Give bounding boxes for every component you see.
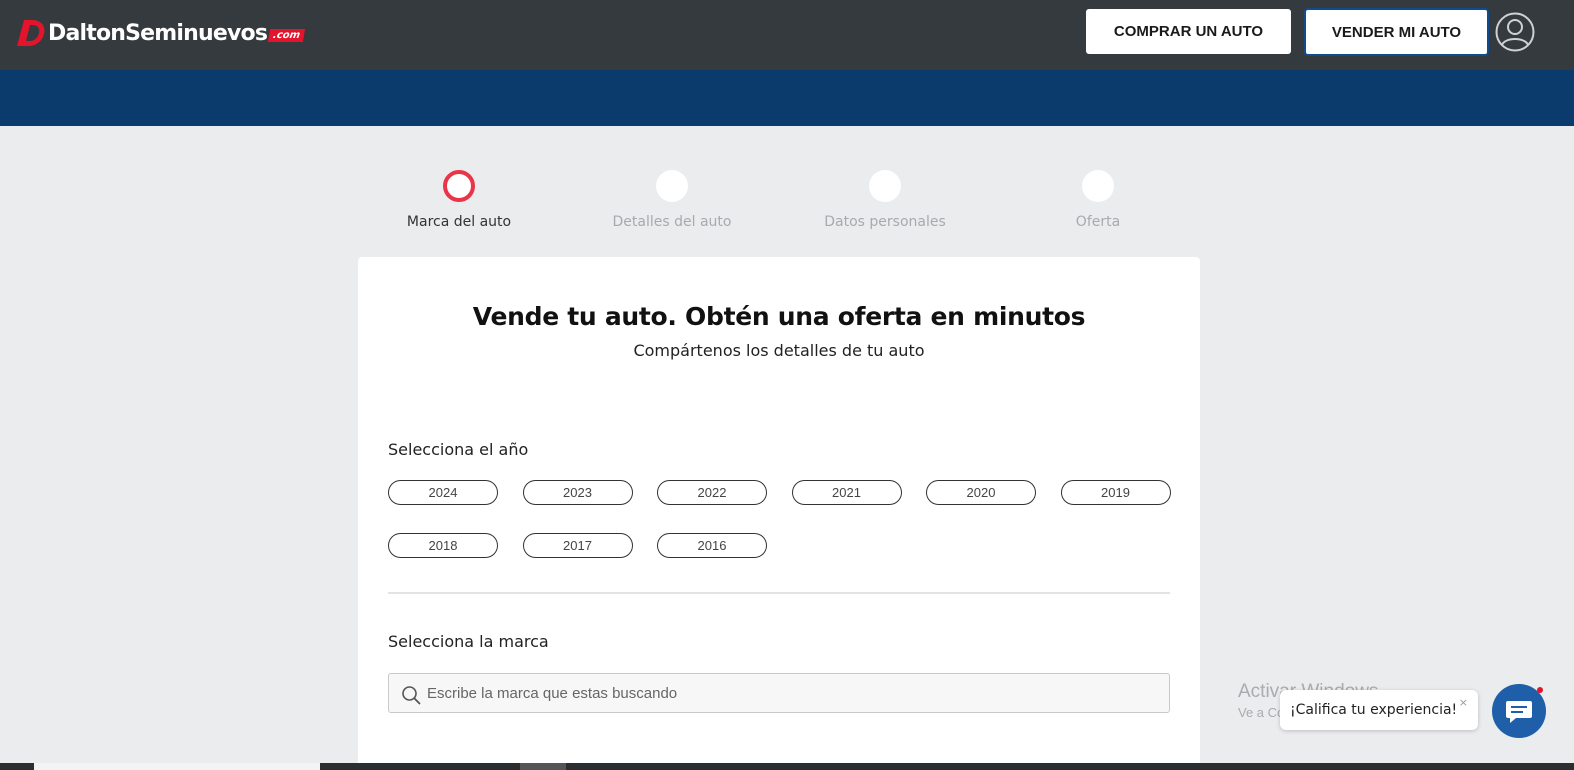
step-indicator <box>656 170 688 202</box>
step-indicator <box>443 170 475 202</box>
year-option-2019[interactable]: 2019 <box>1060 480 1171 505</box>
dalton-logo[interactable]: DaltonSeminuevos .com <box>14 16 306 50</box>
step-personal-data: Datos personales <box>785 170 985 230</box>
rate-experience-label: ¡Califica tu experiencia! <box>1290 702 1458 718</box>
rate-experience-bubble[interactable]: ¡Califica tu experiencia! × <box>1280 690 1478 730</box>
step-label: Oferta <box>1075 214 1121 230</box>
step-label: Marca del auto <box>406 214 512 230</box>
year-option-2024[interactable]: 2024 <box>388 480 498 505</box>
year-option-2017[interactable]: 2017 <box>522 533 633 558</box>
dalton-logo-icon <box>17 20 45 46</box>
progress-stepper: Marca del auto Detalles del auto Datos p… <box>358 170 1200 240</box>
year-option-2023[interactable]: 2023 <box>522 480 633 505</box>
step-car-details: Detalles del auto <box>572 170 772 230</box>
brand-search-box[interactable] <box>388 673 1170 713</box>
brand-search-input[interactable] <box>427 674 1157 712</box>
year-option-2018[interactable]: 2018 <box>388 533 498 558</box>
search-icon <box>402 686 421 705</box>
close-icon[interactable]: × <box>1459 696 1468 709</box>
top-navbar: DaltonSeminuevos .com COMPRAR UN AUTO VE… <box>0 0 1574 70</box>
step-offer: Oferta <box>998 170 1198 230</box>
step-indicator <box>1082 170 1114 202</box>
section-divider <box>388 592 1170 594</box>
notification-dot <box>1537 687 1543 693</box>
sell-car-button[interactable]: VENDER MI AUTO <box>1304 8 1489 56</box>
year-option-2020[interactable]: 2020 <box>926 480 1036 505</box>
step-indicator <box>869 170 901 202</box>
step-car-brand: Marca del auto <box>359 170 559 230</box>
year-option-2022[interactable]: 2022 <box>657 480 767 505</box>
logo-suffix: .com <box>268 28 306 42</box>
buy-car-button[interactable]: COMPRAR UN AUTO <box>1086 9 1291 54</box>
blue-banner <box>0 70 1574 126</box>
brand-section-label: Selecciona la marca <box>388 632 549 651</box>
page-title: Vende tu auto. Obtén una oferta en minut… <box>472 302 1086 331</box>
bottom-bar-segment <box>520 763 566 770</box>
page-subtitle: Compártenos los detalles de tu auto <box>633 341 925 360</box>
user-circle-icon[interactable] <box>1495 12 1535 52</box>
year-section-label: Selecciona el año <box>388 440 529 459</box>
sell-form-card: Vende tu auto. Obtén una oferta en minut… <box>358 257 1200 770</box>
bottom-bar-segment <box>34 763 320 770</box>
year-option-2021[interactable]: 2021 <box>791 480 902 505</box>
step-label: Datos personales <box>824 214 946 230</box>
step-label: Detalles del auto <box>612 214 732 230</box>
logo-text: DaltonSeminuevos <box>48 20 268 46</box>
year-option-2016[interactable]: 2016 <box>657 533 767 558</box>
